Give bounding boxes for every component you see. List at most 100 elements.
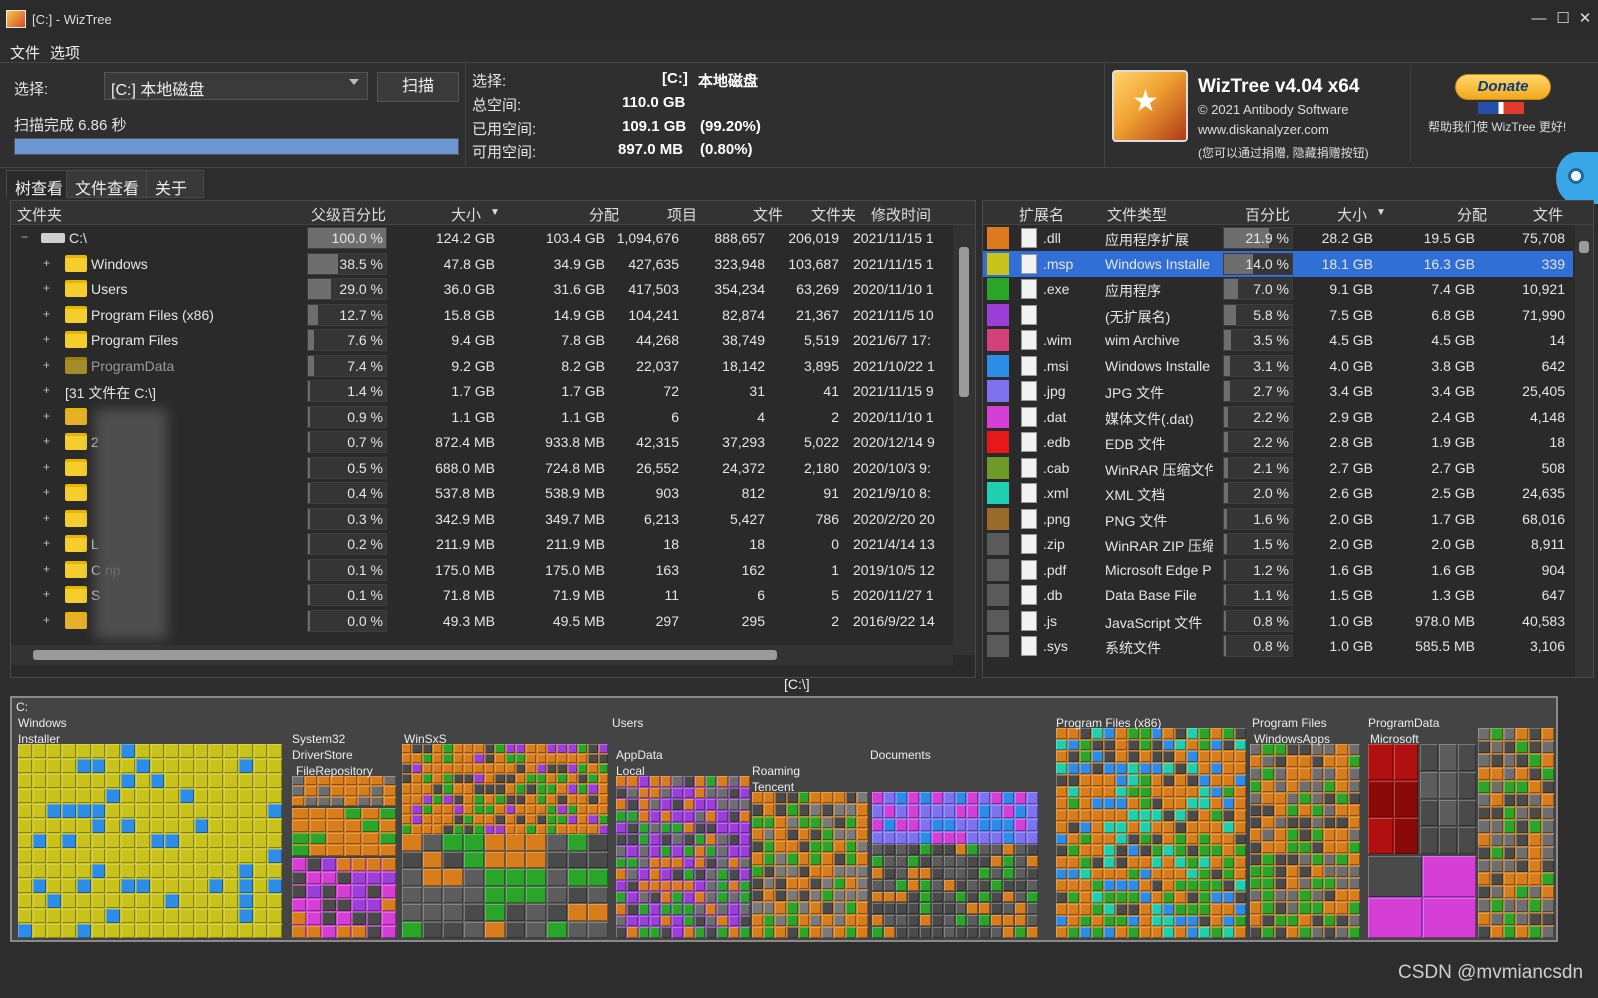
expand-toggle-icon[interactable]: + xyxy=(43,587,50,601)
ext-scroll-thumb[interactable] xyxy=(1579,241,1589,253)
tree-scroll-thumb[interactable] xyxy=(959,247,969,397)
header-ext-allocated[interactable]: 分配 xyxy=(1457,204,1487,225)
treemap-block-winsxs-b[interactable] xyxy=(402,834,608,938)
table-row[interactable]: + [31 文件在 C:\] 1.4 % 1.7 GB 1.7 GB 72 31 41 2021… xyxy=(11,378,961,404)
size: 36.0 GB xyxy=(443,281,495,297)
header-extension[interactable]: 扩展名 xyxy=(1019,204,1064,225)
ext-vertical-scrollbar[interactable] xyxy=(1575,225,1593,677)
treemap-block-filerepository[interactable] xyxy=(292,776,396,806)
drive-select[interactable]: [C:] 本地磁盘 xyxy=(104,72,368,100)
items: 297 xyxy=(655,612,679,629)
expand-toggle-icon[interactable]: + xyxy=(43,460,50,474)
treemap-block-system32[interactable] xyxy=(292,808,396,856)
header-size[interactable]: 大小 xyxy=(451,204,481,225)
folder-name: Program Files (x86) xyxy=(91,306,214,323)
table-row[interactable]: .msp Windows Installe 14.0 % 18.1 GB 16.3 GB… xyxy=(983,250,1573,277)
treemap-cell xyxy=(464,886,484,903)
tree-horizontal-scrollbar[interactable] xyxy=(11,645,953,665)
table-row[interactable]: .cab WinRAR 压缩文件 2.1 % 2.7 GB 2.7 GB 508 xyxy=(983,455,1573,481)
donate-button[interactable]: Donate xyxy=(1455,74,1551,100)
treemap-block-programdata-c[interactable] xyxy=(1478,728,1554,938)
table-row[interactable]: .png PNG 文件 1.6 % 2.0 GB 1.7 GB 68,016 xyxy=(983,506,1573,532)
treemap-block-programdata-microsoft[interactable] xyxy=(1368,744,1418,854)
treemap-block-tencent[interactable] xyxy=(752,792,868,938)
treemap-block-windowsapps[interactable] xyxy=(1250,744,1360,938)
header-ext-size[interactable]: 大小 xyxy=(1337,204,1367,225)
treemap-block-documents[interactable] xyxy=(872,792,1038,844)
expand-toggle-icon[interactable]: + xyxy=(43,307,50,321)
expand-toggle-icon[interactable]: + xyxy=(43,562,50,576)
treemap-block-winsxs[interactable] xyxy=(402,744,608,834)
table-row[interactable]: .edb EDB 文件 2.2 % 2.8 GB 1.9 GB 18 xyxy=(983,429,1573,455)
table-row[interactable]: (无扩展名) 5.8 % 7.5 GB 6.8 GB 71,990 xyxy=(983,302,1573,328)
header-ext-files[interactable]: 文件 xyxy=(1533,204,1563,225)
table-row[interactable]: .exe 应用程序 7.0 % 9.1 GB 7.4 GB 10,921 xyxy=(983,276,1573,302)
table-row[interactable]: .dat 媒体文件(.dat) 2.2 % 2.9 GB 2.4 GB 4,148 xyxy=(983,404,1573,430)
treemap-block-program-files-x86[interactable] xyxy=(1056,728,1246,938)
treemap-block-appdata-local[interactable] xyxy=(616,776,750,938)
header-folders[interactable]: 文件夹 xyxy=(811,204,856,225)
table-row[interactable]: + Windows 38.5 % 47.8 GB 34.9 GB 427,635 323,9… xyxy=(11,251,961,277)
treemap-cell xyxy=(1015,818,1027,831)
menu-options[interactable]: 选项 xyxy=(50,42,80,63)
table-row[interactable]: .sys 系统文件 0.8 % 1.0 GB 585.5 MB 3,106 xyxy=(983,633,1573,659)
expand-toggle-icon[interactable]: + xyxy=(43,485,50,499)
expand-toggle-icon[interactable]: + xyxy=(43,256,50,270)
table-row[interactable]: + Program Files (x86) 12.7 % 15.8 GB 14.9 GB… xyxy=(11,302,961,328)
expand-toggle-icon[interactable]: + xyxy=(43,613,50,627)
close-button[interactable]: ✕ xyxy=(1571,6,1598,32)
menu-file[interactable]: 文件 xyxy=(10,42,40,63)
header-folder[interactable]: 文件夹 xyxy=(17,204,62,225)
table-row[interactable]: .pdf Microsoft Edge P 1.2 % 1.6 GB 1.6 GB 904 xyxy=(983,557,1573,583)
treemap-block-system32-b[interactable] xyxy=(292,858,396,938)
expand-toggle-icon[interactable]: + xyxy=(43,383,50,397)
header-files[interactable]: 文件 xyxy=(753,204,783,225)
tab-about[interactable]: 关于 xyxy=(146,170,204,198)
treemap-cell xyxy=(627,869,638,880)
tree-hscroll-thumb[interactable] xyxy=(33,650,777,660)
website-link[interactable]: www.diskanalyzer.com xyxy=(1198,122,1329,137)
treemap-block-programdata-b[interactable] xyxy=(1420,744,1476,854)
table-row[interactable]: + ProgramData 7.4 % 9.2 GB 8.2 GB 22,037 18,14… xyxy=(11,353,961,379)
expand-toggle-icon[interactable]: + xyxy=(43,536,50,550)
tree-vertical-scrollbar[interactable] xyxy=(953,225,975,655)
treemap-cell xyxy=(1003,903,1015,915)
extension-panel[interactable]: 扩展名 文件类型 百分比 大小 ▼ 分配 文件 .dll 应用程序扩展 21.9 %… xyxy=(982,200,1594,678)
treemap-block-users-b[interactable] xyxy=(872,844,1038,938)
table-row[interactable]: .js JavaScript 文件 0.8 % 1.0 GB 978.0 MB 40,58… xyxy=(983,608,1573,634)
treemap[interactable]: C: Windows Installer System32 DriverStore Fil… xyxy=(10,696,1558,942)
scan-button[interactable]: 扫描 xyxy=(377,72,459,102)
table-row[interactable]: + Program Files 7.6 % 9.4 GB 7.8 GB 44,268 38,… xyxy=(11,327,961,353)
table-row[interactable]: .db Data Base File 1.1 % 1.5 GB 1.3 GB 647 xyxy=(983,582,1573,608)
expand-toggle-icon[interactable]: + xyxy=(43,511,50,525)
header-parent-percent[interactable]: 父级百分比 xyxy=(311,204,386,225)
expand-toggle-icon[interactable]: + xyxy=(43,409,50,423)
header-modified[interactable]: 修改时间 xyxy=(871,204,931,225)
tree-panel[interactable]: 文件夹 父级百分比 大小 ▼ 分配 项目 文件 文件夹 修改时间 − C:\ 100… xyxy=(10,200,976,678)
treemap-block-installer[interactable] xyxy=(18,744,282,938)
table-row[interactable]: .wim wim Archive 3.5 % 4.5 GB 4.5 GB 14 xyxy=(983,327,1573,353)
table-row[interactable]: .xml XML 文档 2.0 % 2.6 GB 2.5 GB 24,635 xyxy=(983,480,1573,506)
treemap-cell xyxy=(717,776,728,787)
tab-tree-view[interactable]: 树查看 xyxy=(6,170,73,198)
expand-toggle-icon[interactable]: + xyxy=(43,332,50,346)
table-row[interactable]: .zip WinRAR ZIP 压缩 1.5 % 2.0 GB 2.0 GB 8,911 xyxy=(983,531,1573,557)
expand-toggle-icon[interactable]: + xyxy=(43,358,50,372)
treemap-cell xyxy=(857,890,868,902)
table-row[interactable]: − C:\ 100.0 % 124.2 GB 103.4 GB 1,094,676 888,… xyxy=(11,225,961,251)
header-percent[interactable]: 百分比 xyxy=(1245,204,1290,225)
expand-toggle-icon[interactable]: − xyxy=(21,230,28,244)
tab-file-view[interactable]: 文件查看 xyxy=(66,170,149,198)
table-row[interactable]: .jpg JPG 文件 2.7 % 3.4 GB 3.4 GB 25,405 xyxy=(983,378,1573,404)
table-row[interactable]: .dll 应用程序扩展 21.9 % 28.2 GB 19.5 GB 75,708 xyxy=(983,225,1573,251)
expand-toggle-icon[interactable]: + xyxy=(43,281,50,295)
header-file-type[interactable]: 文件类型 xyxy=(1107,204,1167,225)
table-row[interactable]: .msi Windows Installe 3.1 % 4.0 GB 3.8 GB 642 xyxy=(983,353,1573,379)
header-allocated[interactable]: 分配 xyxy=(589,204,619,225)
treemap-cell xyxy=(810,841,822,853)
header-items[interactable]: 项目 xyxy=(667,204,697,225)
table-row[interactable]: + Users 29.0 % 36.0 GB 31.6 GB 417,503 354,234… xyxy=(11,276,961,302)
treemap-block-programdata-d[interactable] xyxy=(1368,856,1476,938)
expand-toggle-icon[interactable]: + xyxy=(43,434,50,448)
ext-allocated: 6.8 GB xyxy=(1431,306,1475,323)
